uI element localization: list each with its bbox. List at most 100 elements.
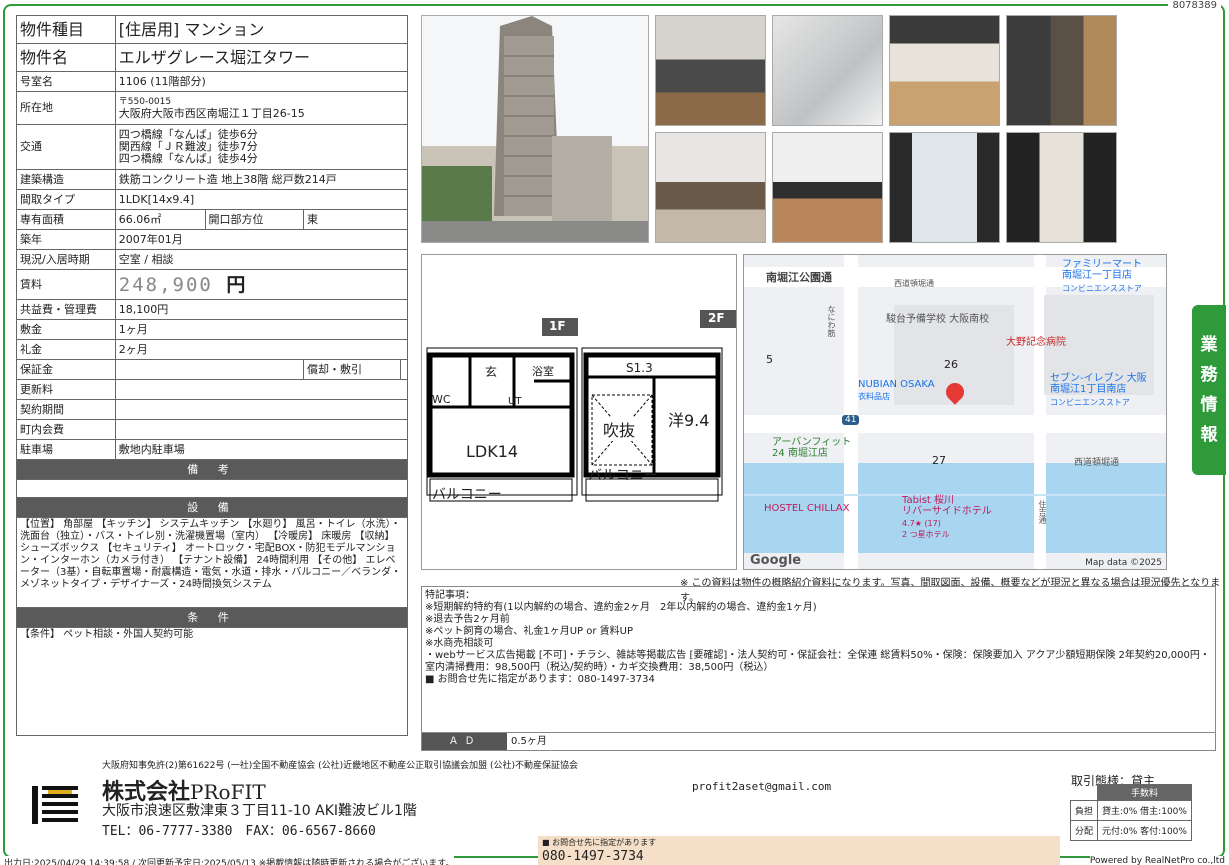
contact-note: ■ お問合せ先に指定があります xyxy=(542,838,657,847)
amortization-label: 償却・敷引 xyxy=(302,359,402,380)
built-value: 2007年01月 xyxy=(114,229,409,250)
map-poi-school[interactable]: 駿台予備学校 大阪南校 xyxy=(886,310,989,325)
wc-label: WC xyxy=(432,393,451,406)
ad-label: ＡＤ xyxy=(422,733,507,750)
share-label: 分配 xyxy=(1069,820,1099,841)
key-money-value: 2ヶ月 xyxy=(114,339,409,360)
contact-box: ■ お問合せ先に指定があります 080-1497-3734 xyxy=(538,836,1060,865)
direction-label: 開口部方位 xyxy=(204,209,304,230)
western-room-label: 洋9.4 xyxy=(668,411,710,430)
business-info-tab[interactable]: 業 務 情 報 xyxy=(1192,305,1226,475)
map-road-label: 西道頓堀通 xyxy=(894,279,934,288)
map-poi-subtitle: 2 つ星ホテル xyxy=(902,530,950,539)
route-shield: 41 xyxy=(842,415,860,425)
map-poi-hostel[interactable]: HOSTEL CHILLAX xyxy=(764,503,849,514)
area-value: 66.06㎡ xyxy=(114,209,206,230)
address-label: 所在地 xyxy=(16,91,116,125)
room-label: 号室名 xyxy=(16,71,116,92)
contact-tel[interactable]: 080-1497-3734 xyxy=(538,849,1060,864)
name-value: エルザグレース堀江タワー xyxy=(114,43,409,72)
type-value: [住居用] マンション xyxy=(114,15,409,44)
window-room-photo[interactable] xyxy=(889,132,1000,243)
map-attribution: Map data ©2025 xyxy=(1085,558,1162,568)
bathroom-photo[interactable] xyxy=(772,15,883,126)
tab-char: 業 xyxy=(1200,335,1218,355)
commission-table: 手数料 負担 貸主:0% 借主:100% 分配 元付:0% 客付:100% xyxy=(1069,784,1192,841)
map-poi-seven-eleven[interactable]: セブン-イレブン 大阪 南堀江1丁目南店 xyxy=(1050,373,1147,395)
staircase-photo[interactable] xyxy=(1006,15,1117,126)
map-poi-familymart[interactable]: ファミリーマート 南堀江一丁目店 xyxy=(1062,259,1142,281)
type-label: 物件種目 xyxy=(16,15,116,44)
map-poi-gym[interactable]: アーバンフィット 24 南堀江店 xyxy=(772,437,851,459)
key-money-label: 礼金 xyxy=(16,339,116,360)
name-label: 物件名 xyxy=(16,43,116,72)
parking-label: 駐車場 xyxy=(16,439,116,460)
burden-label: 負担 xyxy=(1069,800,1099,821)
amortization-value xyxy=(400,359,408,380)
utility-label: UT xyxy=(508,396,522,407)
entrance-label: 玄 xyxy=(485,365,498,379)
renewal-label: 更新料 xyxy=(16,379,116,400)
area-label: 専有面積 xyxy=(16,209,116,230)
floor-plan[interactable]: 1F 2F 玄 浴室 WC UT LDK14 バルコニー S1.3 吹抜 洋9.… xyxy=(421,254,737,570)
map-road-label: 南堀江公園通 xyxy=(766,271,832,284)
building-illustration xyxy=(422,16,648,242)
google-logo: Google xyxy=(750,553,802,568)
living-room-photo[interactable] xyxy=(772,132,883,243)
loft-photo[interactable] xyxy=(889,15,1000,126)
map-poi-nubian[interactable]: NUBIAN OSAKA xyxy=(858,379,935,390)
company-address: 大阪市浪速区敷津東３丁目11-10 AKI難波ビル1階 xyxy=(102,803,417,819)
layout-label: 間取タイプ xyxy=(16,189,116,210)
hallway-photo[interactable] xyxy=(1006,132,1117,243)
share-value: 元付:0% 客付:100% xyxy=(1097,820,1192,841)
map-roads xyxy=(744,255,1166,569)
town-fee-label: 町内会費 xyxy=(16,419,116,440)
property-spec-table: 物件種目 [住居用] マンション 物件名 エルザグレース堀江タワー 号室名 1106 … xyxy=(16,15,409,736)
commission-header: 手数料 xyxy=(1097,784,1192,801)
map-poi-subtitle: コンビニエンスストア xyxy=(1050,398,1130,407)
direction-value: 東 xyxy=(302,209,409,230)
map-poi-hospital[interactable]: 大野記念病院 xyxy=(1006,333,1066,348)
ad-row: ＡＤ 0.5ヶ月 xyxy=(422,732,1215,750)
company-tel: TEL：06-7777-3380 FAX：06-6567-8660 xyxy=(102,824,376,839)
parking-value: 敷地内駐車場 xyxy=(114,439,409,460)
building-exterior-photo[interactable] xyxy=(421,15,649,243)
deposit-label: 敷金 xyxy=(16,319,116,340)
room-value: 1106 (11階部分) xyxy=(114,71,409,92)
map-poi-rating: 4.7★ (17) xyxy=(902,519,941,528)
powered-by: Powered by RealNetPro co.,ltd xyxy=(1089,856,1225,865)
conditions-body: 【条件】 ペット相談・外国人契約可能 xyxy=(16,627,408,736)
map-road-label: なにわ筋 xyxy=(827,305,836,337)
rent-value: 248,900 円 xyxy=(114,269,409,300)
floor-1-label: 1F xyxy=(549,319,566,333)
location-map[interactable]: 南堀江公園通 西道頓堀通 西道頓堀通 なにわ筋 住吉通 駿台予備学校 大阪南校 … xyxy=(743,254,1167,570)
company-email[interactable]: profit2aset@gmail.com xyxy=(692,780,831,793)
special-notes: 特記事項： ※短期解約特約有(1以内解約の場合、違約金2ヶ月 2年以内解約の場合… xyxy=(421,586,1216,751)
document-number: 8078389 xyxy=(1168,0,1221,11)
layout-value: 1LDK[14x9.4] xyxy=(114,189,409,210)
balcony-2f-label: バルコニー xyxy=(588,468,658,484)
ldk-label: LDK14 xyxy=(466,442,519,461)
status-value: 空室 / 相談 xyxy=(114,249,409,270)
guarantee-value xyxy=(114,359,304,380)
map-block-number: 27 xyxy=(932,454,946,467)
period-label: 契約期間 xyxy=(16,399,116,420)
fee-value: 18,100円 xyxy=(114,299,409,320)
atrium-label: 吹抜 xyxy=(603,417,636,441)
kitchen-photo[interactable] xyxy=(655,132,766,243)
special-notes-text: 特記事項： ※短期解約特約有(1以内解約の場合、違約金2ヶ月 2年以内解約の場合… xyxy=(425,590,1210,685)
map-road-label: 西道頓堀通 xyxy=(1074,458,1120,468)
built-label: 築年 xyxy=(16,229,116,250)
bathroom-label: 浴室 xyxy=(532,365,554,378)
rent-label: 賃料 xyxy=(16,269,116,300)
storage-label: S1.3 xyxy=(626,361,653,375)
traffic-line: 四つ橋線「なんば」徒歩4分 xyxy=(118,152,258,165)
status-label: 現況/入居時期 xyxy=(16,249,116,270)
balcony-1f-label: バルコニー xyxy=(432,487,502,503)
ad-value: 0.5ヶ月 xyxy=(511,736,547,747)
remarks-header: 備 考 xyxy=(16,459,408,480)
washroom-photo[interactable] xyxy=(655,15,766,126)
map-poi-hotel[interactable]: Tabist 桜川 リバーサイドホテル xyxy=(902,495,992,517)
map-poi-subtitle: 衣料品店 xyxy=(858,392,890,401)
tab-char: 報 xyxy=(1200,425,1218,445)
